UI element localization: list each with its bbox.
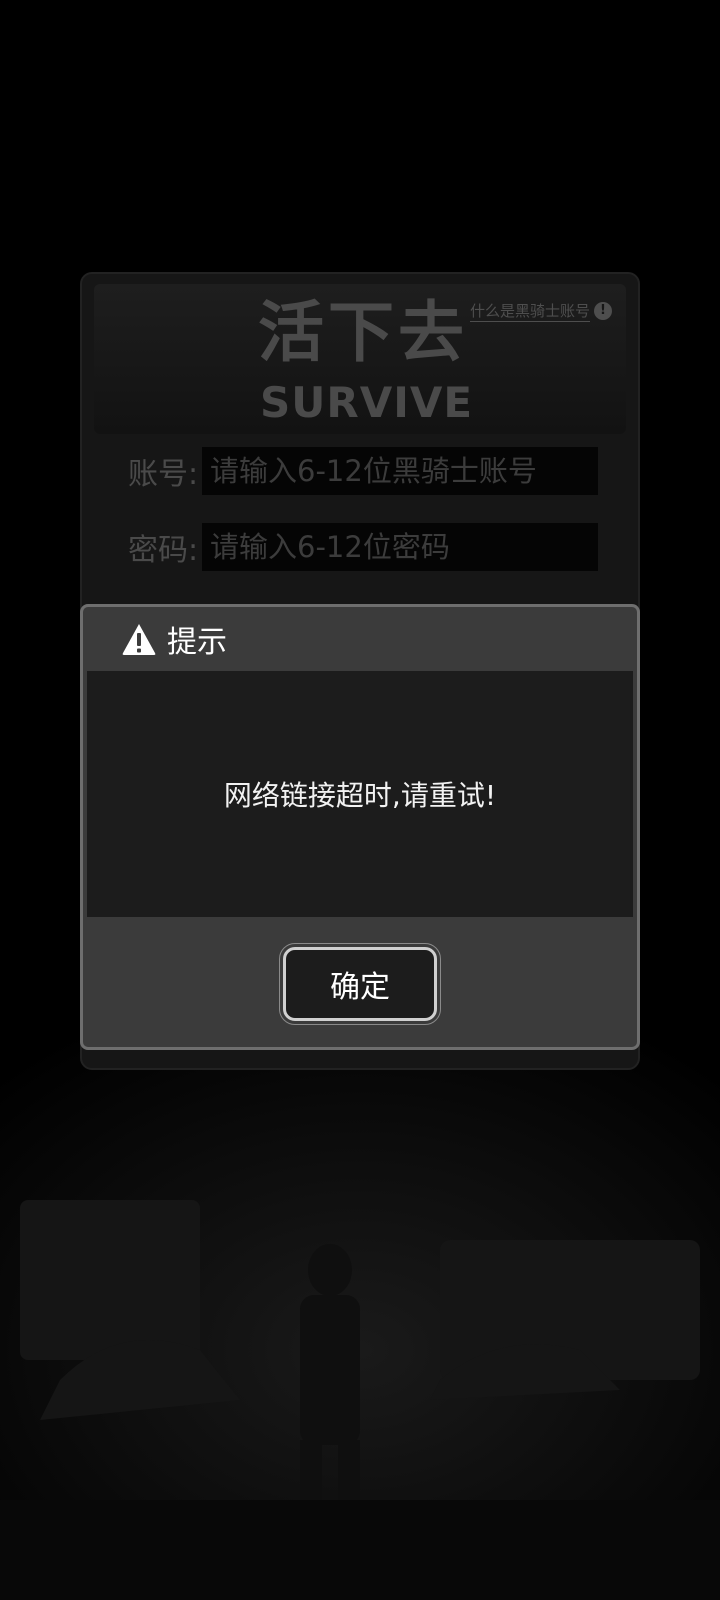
- warning-icon: [121, 622, 157, 656]
- dialog-message: 网络链接超时,请重试!: [223, 779, 497, 812]
- dialog-body: 网络链接超时,请重试!: [87, 671, 633, 917]
- dialog-header: 提示: [83, 607, 637, 671]
- confirm-button[interactable]: 确定: [279, 943, 441, 1025]
- timeout-dialog: 提示 网络链接超时,请重试! 确定: [80, 604, 640, 1050]
- dialog-title: 提示: [167, 625, 227, 660]
- app-screen: 活下去 SURVIVE 什么是黑骑士账号 ! 账号: 请输入6-12位黑骑士账号…: [0, 0, 720, 1600]
